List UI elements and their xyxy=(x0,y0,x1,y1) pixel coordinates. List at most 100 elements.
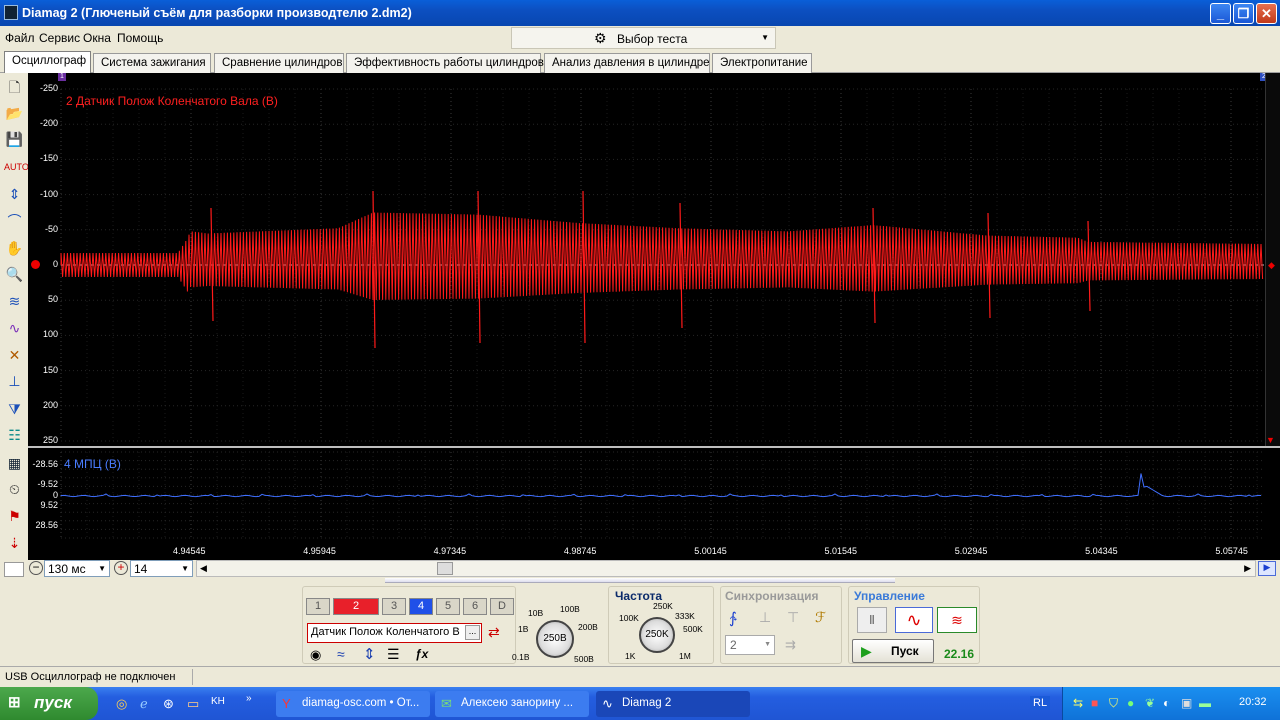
horizontal-scrollbar[interactable]: ◀ ▶ xyxy=(196,560,1256,577)
channel-1-zero-marker[interactable] xyxy=(31,260,40,269)
marker-1[interactable]: 1 xyxy=(58,73,66,81)
snapshot-icon[interactable]: ☷ xyxy=(4,425,25,446)
grid-icon[interactable]: ▦ xyxy=(4,453,25,474)
tab-cylinder-comparison[interactable]: Сравнение цилиндров xyxy=(214,53,344,73)
tray-leaf-icon[interactable]: ❦ xyxy=(1145,696,1155,710)
menu-windows[interactable]: Окна xyxy=(83,31,111,45)
scroll-right-arrow[interactable]: ▶ xyxy=(1244,563,1251,574)
quicklaunch-avast-icon[interactable]: ◎ xyxy=(116,696,127,712)
oscilloscope-channel-1[interactable]: 2 Датчик Полож Коленчатого Вала (В) -250… xyxy=(28,73,1280,446)
minimize-button[interactable]: _ xyxy=(1210,3,1231,24)
channel-1-y-tick: -100 xyxy=(39,188,58,199)
quicklaunch-ie-icon[interactable]: ℯ xyxy=(140,696,148,712)
measure-arc-icon[interactable]: ⌒ xyxy=(4,211,25,232)
sync-arrows-icon[interactable]: ⇉ xyxy=(785,637,796,653)
sensor-select-field[interactable]: Датчик Полож Коленчатого В xyxy=(307,623,482,643)
sync-edge-up-icon[interactable]: ⊥ xyxy=(759,609,771,626)
hand-pan-icon[interactable]: ✋ xyxy=(4,238,25,259)
waveform-cross-icon[interactable]: ✕ xyxy=(4,345,25,366)
zoom-in-button[interactable]: + xyxy=(114,561,128,575)
tray-monitor-icon[interactable]: ▣ xyxy=(1181,696,1192,710)
waveform-stack-icon[interactable]: ≋ xyxy=(4,291,25,312)
sync-edge-down-icon[interactable]: ⊤ xyxy=(787,609,799,626)
open-folder-icon[interactable]: 📂 xyxy=(4,103,25,124)
task-messenger[interactable]: ✉ Алексею занорину ... xyxy=(435,691,589,717)
quicklaunch-app-icon[interactable]: KH xyxy=(211,696,225,707)
channel-1-y-tick: -150 xyxy=(39,153,58,164)
language-indicator[interactable]: RL xyxy=(1030,696,1051,710)
function-icon[interactable]: ƒx xyxy=(415,647,428,661)
tray-shield-icon[interactable]: ⛉ xyxy=(1109,696,1118,711)
lines-icon[interactable]: ☰ xyxy=(387,646,400,663)
save-icon[interactable]: 💾 xyxy=(4,129,25,150)
sync-rising-icon[interactable]: ∱ xyxy=(729,609,737,627)
waveform-overlay-icon[interactable]: ∿ xyxy=(4,318,25,339)
panel-resize-handle[interactable] xyxy=(385,578,895,583)
multi-wave-mode-button[interactable]: ≋ xyxy=(937,607,977,633)
play-forward-button[interactable]: ▶ xyxy=(1258,561,1276,576)
tab-bar: Осциллограф Система зажигания Сравнение … xyxy=(0,51,1280,73)
pause-button[interactable]: ‖ xyxy=(857,607,887,633)
tray-battery-icon[interactable]: ▬ xyxy=(1199,696,1211,710)
sine-mode-button[interactable]: ∿ xyxy=(895,607,933,633)
time-tick: 5.01545 xyxy=(824,546,858,556)
quicklaunch-more-icon[interactable]: » xyxy=(246,693,252,704)
sensor-more-button[interactable]: ... xyxy=(465,625,480,640)
tab-cylinder-efficiency[interactable]: Эффективность работы цилиндров xyxy=(346,53,544,73)
sync-auto-icon[interactable]: ℱ xyxy=(815,609,826,626)
clock-auto-icon[interactable]: ⏲ xyxy=(4,479,25,500)
flag-icon[interactable]: ⚑ xyxy=(4,506,25,527)
start-button-taskbar[interactable]: ⊞ пуск xyxy=(0,687,98,720)
channel-button-4[interactable]: 4 xyxy=(409,598,433,615)
quicklaunch-browser-icon[interactable]: ⊛ xyxy=(163,696,174,712)
menu-file[interactable]: Файл xyxy=(5,31,35,45)
sync-channel-value: 2 xyxy=(730,638,737,652)
freq-label-333k: 333K xyxy=(675,611,695,621)
tab-ignition-system[interactable]: Система зажигания xyxy=(93,53,211,73)
channel-button-1[interactable]: 1 xyxy=(306,598,330,615)
maximize-button[interactable]: ❐ xyxy=(1233,3,1254,24)
channel-button-2[interactable]: 2 xyxy=(333,598,379,615)
start-button[interactable]: ▶ Пуск xyxy=(852,639,934,663)
scroll-thumb[interactable] xyxy=(437,562,453,575)
timebase-select[interactable]: 130 мс ▼ xyxy=(44,560,110,577)
invert-wave-icon[interactable]: ≈ xyxy=(337,646,345,662)
quicklaunch-folder-icon[interactable]: ▭ xyxy=(187,696,199,712)
channel-button-6[interactable]: 6 xyxy=(463,598,487,615)
right-zero-marker[interactable]: ◆ xyxy=(1268,260,1275,271)
tab-cylinder-pressure[interactable]: Анализ давления в цилиндре xyxy=(544,53,710,73)
sync-channel-select[interactable]: 2 ▼ xyxy=(725,635,775,655)
filter-icon[interactable]: ⧩ xyxy=(4,399,25,420)
menu-service[interactable]: Сервис xyxy=(39,31,80,45)
scale-arrows-icon[interactable]: ⇕ xyxy=(363,645,376,663)
test-selector-dropdown[interactable]: ⚙ Выбор теста ▼ xyxy=(511,27,776,49)
tray-green-icon[interactable]: ● xyxy=(1127,696,1134,710)
sensor-connect-icon[interactable]: ⇄ xyxy=(488,624,500,641)
left-toolbar: 🗋 📂 💾 AUTO ⇕ ⌒ ✋ 🔍 ≋ ∿ ✕ ⊥ ⧩ ☷ ▦ ⏲ ⚑ ⇣ xyxy=(0,73,29,560)
tray-red-icon[interactable]: ■ xyxy=(1091,696,1098,710)
baseline-icon[interactable]: ⊥ xyxy=(4,371,25,392)
zoom-icon[interactable]: 🔍 xyxy=(4,264,25,285)
channel-button-5[interactable]: 5 xyxy=(436,598,460,615)
task-diamag[interactable]: ∿ Diamag 2 xyxy=(596,691,750,717)
tab-power-supply[interactable]: Электропитание xyxy=(712,53,812,73)
tab-oscilloscope[interactable]: Осциллограф xyxy=(4,51,91,73)
status-divider xyxy=(192,669,193,685)
time-tick: 5.00145 xyxy=(694,546,727,556)
task-browser[interactable]: Y diamag-osc.com • От... xyxy=(276,691,430,717)
scroll-left-arrow[interactable]: ◀ xyxy=(200,563,207,574)
auto-scale-icon[interactable]: AUTO xyxy=(4,157,29,178)
vertical-cursor-icon[interactable]: ⇕ xyxy=(4,184,25,205)
zoom-select[interactable]: 14 ▼ xyxy=(130,560,193,577)
zero-marker-icon[interactable]: ⇣ xyxy=(4,533,25,554)
new-file-icon[interactable]: 🗋 xyxy=(4,77,25,98)
right-bottom-marker[interactable]: ▼ xyxy=(1266,435,1275,445)
tray-network-icon[interactable]: ⇆ xyxy=(1073,696,1083,710)
channel-button-3[interactable]: 3 xyxy=(382,598,406,615)
close-button[interactable]: ✕ xyxy=(1256,3,1277,24)
menu-help[interactable]: Помощь xyxy=(117,31,163,45)
tray-volume-icon[interactable]: ◐ xyxy=(1163,696,1170,710)
oscilloscope-channel-2[interactable]: 4 МПЦ (В) -28.56 -9.52 0 9.52 28.56 xyxy=(28,446,1280,542)
zoom-out-button[interactable]: − xyxy=(29,561,43,575)
probe-icon[interactable]: ◉ xyxy=(310,647,321,663)
